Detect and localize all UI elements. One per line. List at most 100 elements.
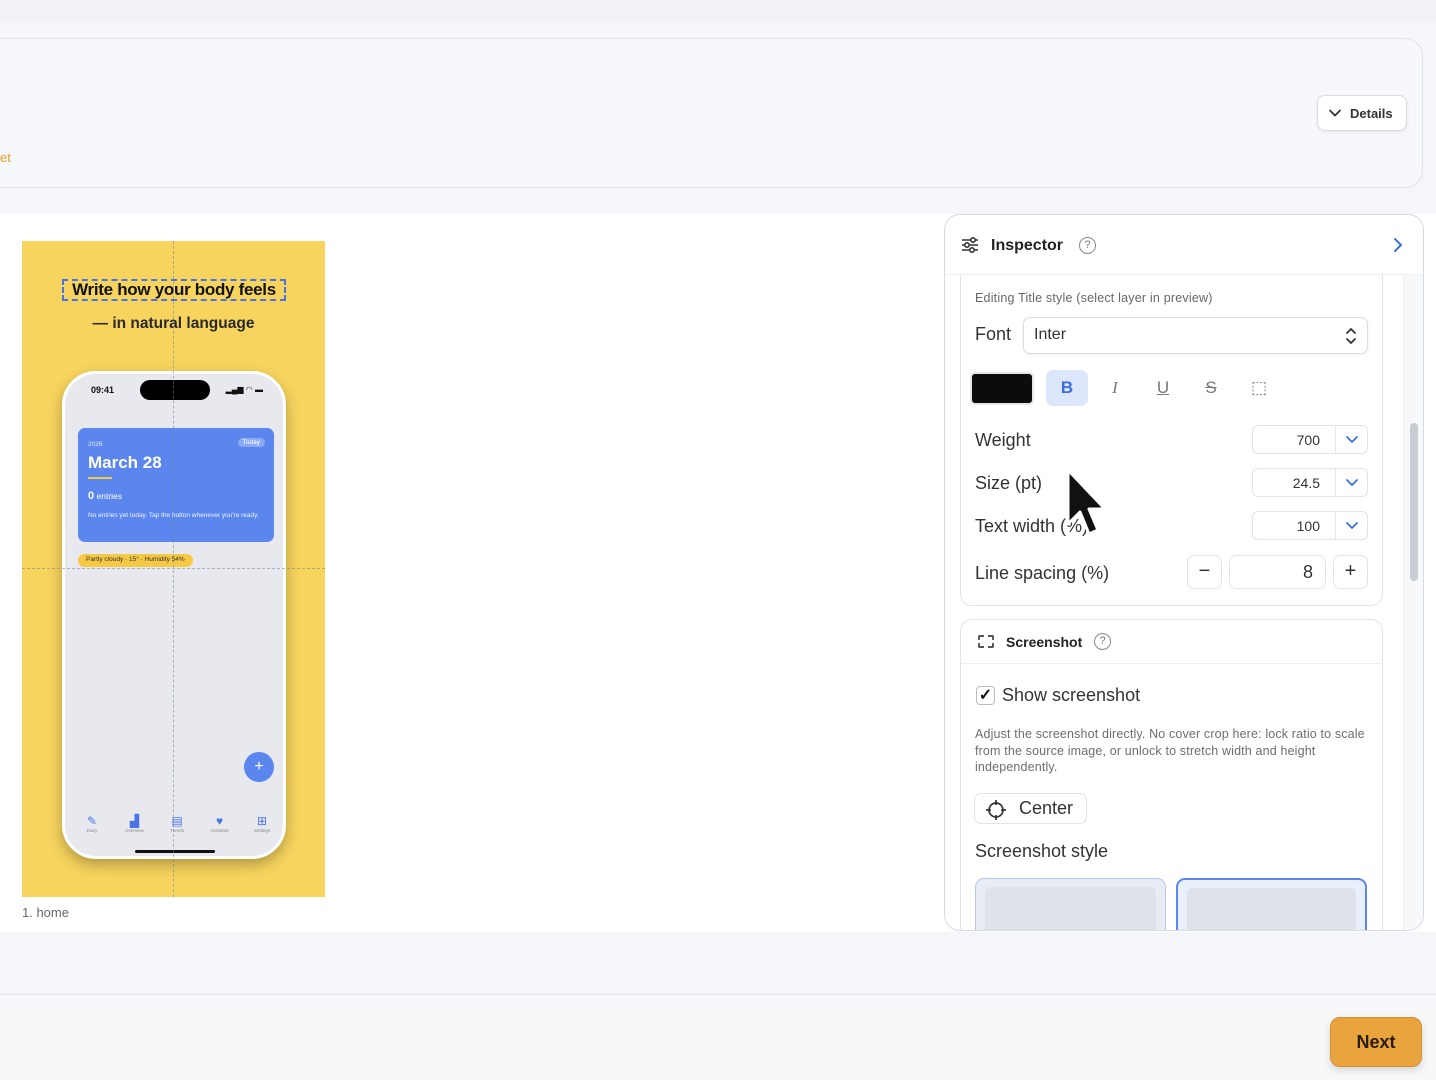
chevron-down-icon: [1346, 522, 1358, 529]
size-select[interactable]: 24.5: [1252, 468, 1368, 497]
grid-icon: ⊞: [256, 814, 268, 828]
phone-tab-label: Diary: [86, 828, 98, 833]
header-panel: [0, 38, 1423, 188]
vertical-center-guide: [173, 241, 174, 897]
title-style-section: Editing Title style (select layer in pre…: [960, 275, 1383, 606]
screenshot-section-header[interactable]: Screenshot ?: [961, 620, 1382, 664]
show-screenshot-checkbox[interactable]: ✓: [976, 686, 995, 705]
font-value: Inter: [1034, 326, 1067, 343]
line-spacing-label: Line spacing (%): [975, 563, 1110, 583]
document-icon: ▤: [171, 814, 183, 828]
strikethrough-button[interactable]: S: [1190, 370, 1232, 406]
mouse-cursor-icon: [1066, 468, 1107, 536]
phone-time: 09:41: [91, 385, 115, 395]
next-button[interactable]: Next: [1330, 1017, 1422, 1067]
day-card-underline: [88, 477, 112, 479]
phone-tab-label: Settings: [253, 828, 271, 833]
chevron-down-icon: [1346, 479, 1358, 486]
add-entry-fab: +: [244, 752, 274, 782]
phone-tab-bar: ✎ Diary ▟ Overview ▤ Trends ♥ Assistant ⊞ Set…: [75, 814, 279, 833]
phone-tab-diary: ✎ Diary: [75, 814, 109, 833]
underline-button[interactable]: U: [1142, 370, 1184, 406]
chevron-right-icon[interactable]: [1391, 237, 1405, 253]
font-select[interactable]: Inter: [1023, 317, 1368, 354]
help-icon[interactable]: ?: [1079, 237, 1096, 254]
details-label: Details: [1350, 105, 1393, 121]
entries-count: 0: [88, 490, 95, 502]
phone-tab-trends: ▤ Trends: [160, 814, 194, 833]
size-value: 24.5: [1292, 475, 1320, 491]
preset-label[interactable]: et: [0, 150, 11, 165]
center-button[interactable]: Center: [974, 793, 1087, 824]
dynamic-island: [140, 380, 210, 400]
phone-tab-settings: ⊞ Settings: [245, 814, 279, 833]
pencil-icon: ✎: [86, 814, 98, 828]
style-thumbnail: [1187, 888, 1356, 930]
text-width-select[interactable]: 100: [1252, 511, 1368, 540]
phone-tab-assistant: ♥ Assistant: [203, 814, 237, 833]
top-strip: [0, 0, 1436, 20]
heart-icon: ♥: [215, 814, 224, 828]
line-spacing-decrement-button[interactable]: −: [1187, 555, 1222, 589]
footer-bar: [0, 994, 1436, 1080]
chevron-up-down-icon: [1346, 328, 1356, 344]
inspector-header: Inspector ?: [945, 215, 1423, 275]
entries-summary: 0 entries: [88, 490, 122, 502]
day-card-date: March 28: [88, 453, 162, 472]
day-card-year: 2026: [88, 441, 103, 448]
day-card-note: No entries yet today. Tap the button whe…: [88, 512, 259, 519]
weight-label: Weight: [975, 430, 1031, 450]
phone-tab-label: Trends: [170, 828, 184, 833]
entries-label: entries: [96, 491, 123, 501]
day-card: 2026 Today March 28 0 entries No entries…: [78, 428, 274, 542]
today-badge: Today: [237, 438, 265, 447]
home-indicator: [135, 850, 215, 853]
help-icon[interactable]: ?: [1094, 633, 1111, 650]
weather-pill: Partly cloudy · 15° · Humidity 54%: [78, 554, 193, 567]
preview-title-layer[interactable]: Write how your body feels: [62, 279, 286, 301]
screenshot-style-option-device[interactable]: [1176, 878, 1367, 930]
screenshot-style-label: Screenshot style: [975, 841, 1109, 861]
line-spacing-input[interactable]: 8: [1229, 555, 1326, 589]
dropdown-divider: [1335, 512, 1336, 539]
screenshot-style-option-flat[interactable]: [975, 878, 1166, 930]
text-width-value: 100: [1296, 518, 1320, 534]
horizontal-center-guide: [22, 568, 325, 569]
screenshot-caption: 1. home: [22, 905, 69, 920]
font-label: Font: [975, 324, 1012, 344]
screenshot-preview[interactable]: Write how your body feels — in natural l…: [22, 241, 325, 897]
bold-button[interactable]: B: [1046, 370, 1088, 406]
weight-select[interactable]: 700: [1252, 425, 1368, 454]
inspector-panel: Inspector ? Editing Title style (select …: [944, 214, 1424, 931]
weight-value: 700: [1296, 432, 1320, 448]
screenshot-icon: [978, 635, 994, 648]
chevron-down-icon: [1329, 109, 1341, 117]
phone-tab-label: Assistant: [210, 828, 229, 833]
scrollbar-thumb[interactable]: [1410, 423, 1418, 581]
bar-chart-icon: ▟: [129, 814, 140, 828]
style-thumbnail: [985, 887, 1156, 930]
dropdown-divider: [1335, 426, 1336, 453]
phone-tab-label: Overview: [125, 828, 144, 833]
screenshot-section-title: Screenshot: [1006, 634, 1083, 650]
sliders-icon: [962, 237, 978, 253]
details-button[interactable]: Details: [1317, 95, 1407, 131]
size-label: Size (pt): [975, 473, 1043, 493]
screenshot-section: Screenshot ? ✓ Show screenshot Adjust th…: [960, 619, 1383, 930]
center-label: Center: [1019, 798, 1074, 818]
italic-button[interactable]: I: [1094, 370, 1136, 406]
crosshair-icon: [986, 800, 1006, 820]
phone-tab-overview: ▟ Overview: [118, 814, 152, 833]
show-screenshot-label[interactable]: Show screenshot: [1002, 685, 1140, 706]
text-box-button[interactable]: ⬚: [1238, 370, 1280, 406]
dropdown-divider: [1335, 469, 1336, 496]
line-spacing-increment-button[interactable]: +: [1333, 555, 1368, 589]
chevron-down-icon: [1346, 436, 1358, 443]
editing-caption: Editing Title style (select layer in pre…: [975, 291, 1213, 305]
phone-status-icons: ▂▄▆ ◠ ▬: [225, 385, 263, 394]
phone-mockup[interactable]: 09:41 ▂▄▆ ◠ ▬ 2026 Today March 28 0 entr…: [62, 371, 286, 859]
text-color-swatch[interactable]: [970, 372, 1034, 405]
screenshot-description: Adjust the screenshot directly. No cover…: [975, 727, 1365, 774]
inspector-title: Inspector: [991, 237, 1064, 254]
inspector-scrollbar[interactable]: [1403, 275, 1423, 930]
